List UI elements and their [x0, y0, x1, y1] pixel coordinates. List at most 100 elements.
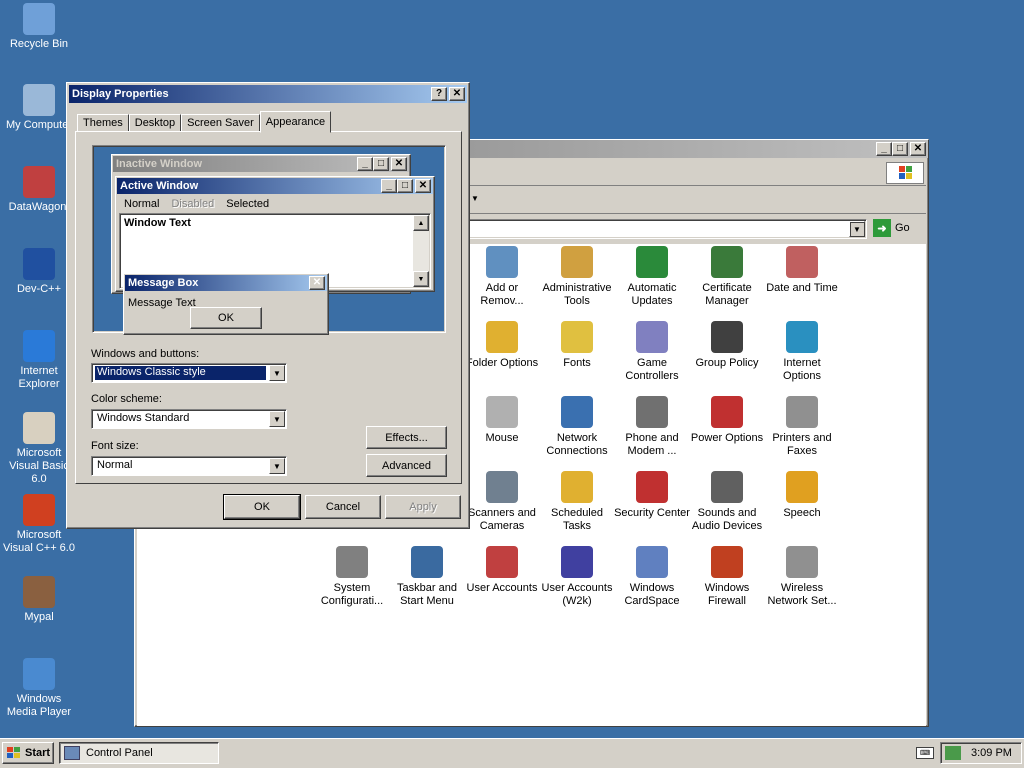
taskbar-icon: [411, 546, 443, 578]
close-icon: ✕: [391, 157, 407, 171]
control-panel-item[interactable]: Speech: [764, 471, 840, 520]
control-panel-item-label: Scanners and Cameras: [468, 507, 536, 532]
desktop-icon-label: Recycle Bin: [9, 38, 69, 50]
go-label: Go: [895, 222, 910, 234]
maximize-button[interactable]: □: [892, 142, 908, 156]
internet-options-icon: [786, 321, 818, 353]
appearance-preview: Inactive Window _ □ ✕ Active Window _ □ ✕ No…: [92, 145, 446, 335]
dialog-titlebar[interactable]: Display Properties ? ✕: [69, 85, 467, 103]
maximize-icon: □: [373, 157, 389, 171]
taskbar-control-panel[interactable]: Control Panel: [59, 742, 219, 764]
game-controller-icon: [636, 321, 668, 353]
mypal-icon: [23, 576, 55, 608]
preview-msg-ok: OK: [190, 307, 262, 329]
mouse-icon: [486, 396, 518, 428]
start-label: Start: [25, 747, 51, 759]
desktop-icon-label: Microsoft Visual C++ 6.0: [3, 529, 75, 554]
preview-inactive-titlebar: Inactive Window _ □ ✕: [113, 156, 409, 172]
desktop-icon[interactable]: Recycle Bin: [1, 3, 77, 51]
windows-buttons-label: Windows and buttons:: [91, 348, 200, 360]
views-dropdown-icon[interactable]: ▼: [471, 194, 479, 203]
system-tray: 3:09 PM: [940, 742, 1022, 764]
ok-button[interactable]: OK: [223, 494, 301, 520]
firewall-icon: [711, 546, 743, 578]
network-icon: [561, 396, 593, 428]
close-button[interactable]: ✕: [910, 142, 926, 156]
control-panel-item[interactable]: Taskbar and Start Menu: [389, 546, 465, 608]
control-panel-item[interactable]: Wireless Network Set...: [764, 546, 840, 608]
preview-menu: Normal Disabled Selected: [116, 195, 434, 212]
desktop-icon[interactable]: Mypal: [1, 576, 77, 624]
desktop-icon-label: Mypal: [24, 611, 54, 623]
control-panel-item[interactable]: Folder Options: [464, 321, 540, 370]
windows-buttons-select[interactable]: Windows Classic style ▼: [91, 363, 287, 383]
preview-message-box: Message Box ✕ Message Text OK: [123, 273, 329, 335]
control-panel-item-label: User Accounts (W2k): [541, 582, 613, 607]
font-size-select[interactable]: Normal ▼: [91, 456, 287, 476]
tab-themes[interactable]: Themes: [77, 114, 129, 132]
cancel-button[interactable]: Cancel: [305, 495, 381, 519]
dialog-close-button[interactable]: ✕: [449, 87, 465, 101]
speech-icon: [786, 471, 818, 503]
control-panel-item[interactable]: Windows Firewall: [689, 546, 765, 608]
wireless-icon: [786, 546, 818, 578]
control-panel-item[interactable]: Automatic Updates: [614, 246, 690, 308]
date-time-icon: [786, 246, 818, 278]
preview-msg-title: Message Box: [128, 277, 199, 289]
control-panel-item-label: Administrative Tools: [542, 282, 612, 307]
control-panel-item[interactable]: Add or Remov...: [464, 246, 540, 308]
control-panel-item[interactable]: Group Policy: [689, 321, 765, 370]
control-panel-item[interactable]: Power Options: [689, 396, 765, 445]
control-panel-item[interactable]: Scheduled Tasks: [539, 471, 615, 533]
network-tray-icon[interactable]: [945, 746, 961, 760]
scroll-down-icon: ▼: [413, 271, 429, 287]
control-panel-item[interactable]: Scanners and Cameras: [464, 471, 540, 533]
printers-icon: [786, 396, 818, 428]
control-panel-item[interactable]: Certificate Manager: [689, 246, 765, 308]
control-panel-item-label: Date and Time: [766, 282, 838, 294]
control-panel-item-label: Internet Options: [783, 357, 821, 382]
control-panel-item-label: Mouse: [485, 432, 519, 444]
tab-appearance[interactable]: Appearance: [259, 111, 332, 133]
control-panel-item[interactable]: Windows CardSpace: [614, 546, 690, 608]
control-panel-item[interactable]: Administrative Tools: [539, 246, 615, 308]
effects-button[interactable]: Effects...: [366, 426, 447, 449]
control-panel-item-label: Network Connections: [546, 432, 608, 457]
control-panel-item[interactable]: Fonts: [539, 321, 615, 370]
control-panel-item[interactable]: Phone and Modem ...: [614, 396, 690, 458]
control-panel-item[interactable]: Mouse: [464, 396, 540, 445]
scroll-up-icon: ▲: [413, 215, 429, 231]
control-panel-item[interactable]: Printers and Faxes: [764, 396, 840, 458]
control-panel-item[interactable]: Network Connections: [539, 396, 615, 458]
control-panel-item[interactable]: User Accounts (W2k): [539, 546, 615, 608]
display-properties-dialog: Display Properties ? ✕ Themes Desktop Scre…: [66, 82, 470, 529]
minimize-button[interactable]: _: [876, 142, 892, 156]
control-panel-item[interactable]: System Configurati...: [314, 546, 390, 608]
start-button[interactable]: Start: [2, 742, 54, 764]
keyboard-icon[interactable]: ⌨: [916, 747, 934, 759]
control-panel-item[interactable]: Sounds and Audio Devices: [689, 471, 765, 533]
windows-buttons-value: Windows Classic style: [95, 366, 266, 380]
desktop-icon[interactable]: Windows Media Player: [1, 658, 77, 719]
control-panel-item[interactable]: User Accounts: [464, 546, 540, 595]
control-panel-item-label: Add or Remov...: [480, 282, 524, 307]
advanced-button[interactable]: Advanced: [366, 454, 447, 477]
go-button[interactable]: ➜ Go: [873, 219, 910, 237]
control-panel-item[interactable]: Internet Options: [764, 321, 840, 383]
control-panel-item[interactable]: Game Controllers: [614, 321, 690, 383]
apply-button[interactable]: Apply: [385, 495, 461, 519]
control-panel-item[interactable]: Date and Time: [764, 246, 840, 295]
tab-screen-saver[interactable]: Screen Saver: [181, 114, 260, 132]
clock[interactable]: 3:09 PM: [971, 747, 1012, 759]
preview-menu-selected: Selected: [226, 197, 270, 210]
tab-desktop[interactable]: Desktop: [128, 114, 182, 132]
help-button[interactable]: ?: [431, 87, 447, 101]
address-dropdown-icon[interactable]: ▼: [849, 221, 865, 237]
automatic-updates-icon: [636, 246, 668, 278]
scheduled-tasks-icon: [561, 471, 593, 503]
visual-basic-icon: [23, 412, 55, 444]
control-panel-item[interactable]: Security Center: [614, 471, 690, 520]
color-scheme-select[interactable]: Windows Standard ▼: [91, 409, 287, 429]
certificate-icon: [711, 246, 743, 278]
control-panel-item-label: Folder Options: [465, 357, 539, 369]
